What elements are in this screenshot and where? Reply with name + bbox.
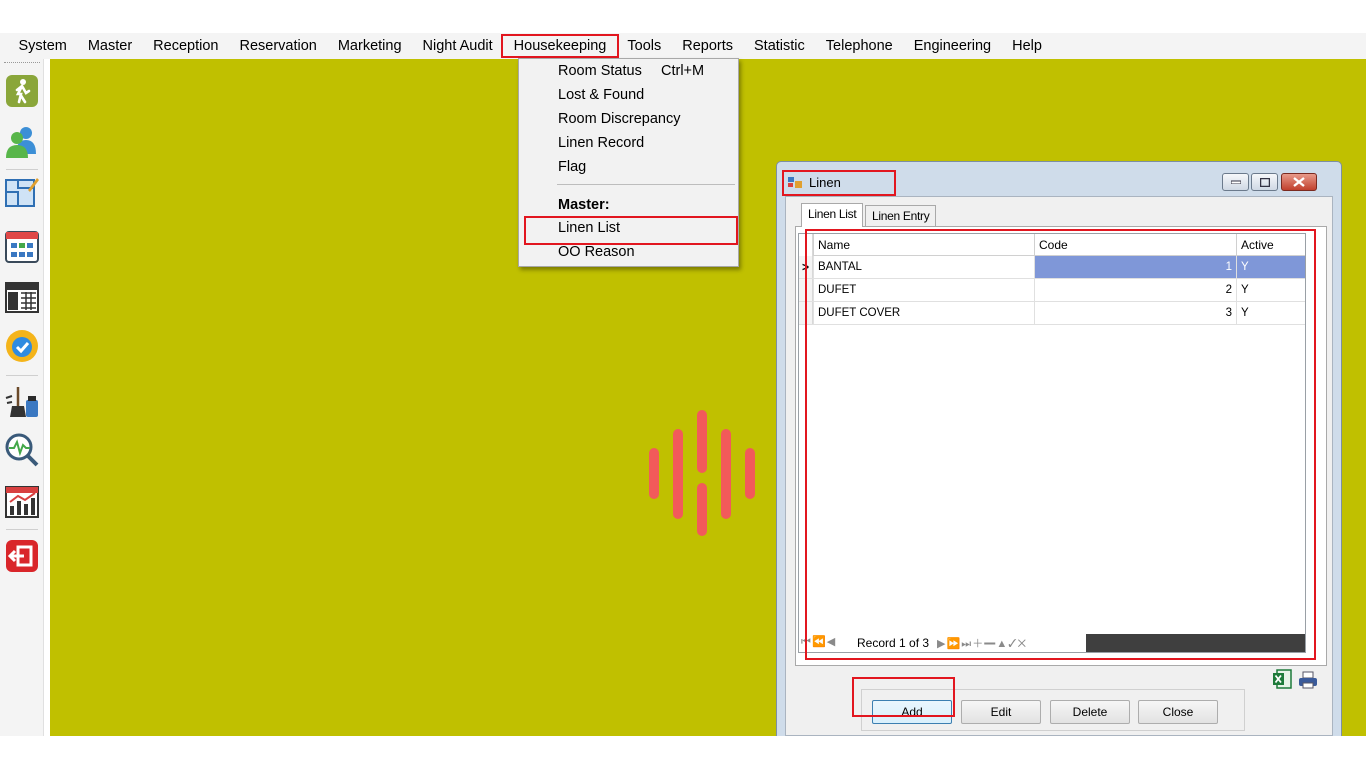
menu-system[interactable]: System: [8, 33, 77, 59]
table-row[interactable]: DUFET 2 Y: [799, 279, 1305, 302]
minimize-icon: [1230, 180, 1241, 184]
row-indicator: [799, 302, 813, 324]
excel-export-icon[interactable]: [1272, 669, 1292, 689]
menu-reception[interactable]: Reception: [143, 33, 229, 59]
record-navigator: ⏮ ⏪ ◀ Record 1 of 3 ▶ ⏩ ⏭ ＋ ━ ▲ ✓ ✕: [799, 634, 1305, 652]
menu-bar: System Master Reception Reservation Mark…: [0, 33, 1366, 59]
cell-code[interactable]: 2: [1034, 279, 1236, 301]
close-button[interactable]: Close: [1138, 700, 1218, 724]
floor-plan-icon[interactable]: [3, 173, 41, 211]
maximize-button[interactable]: [1251, 173, 1278, 191]
nav-next-last-add-delete-icons[interactable]: ▶ ⏩ ⏭ ＋ ━ ▲ ✓ ✕: [937, 635, 1026, 651]
toolbar-separator: [6, 169, 38, 170]
linen-window: Linen Linen List Linen Entry Name Code A…: [776, 161, 1342, 741]
toolbar-separator: [6, 375, 38, 376]
cell-name[interactable]: BANTAL: [813, 256, 1034, 278]
menuitem-room-status[interactable]: Room Status Ctrl+M: [519, 59, 738, 83]
column-name[interactable]: Name: [813, 234, 1034, 256]
add-button-highlight: [852, 677, 955, 717]
room-grid-icon[interactable]: [3, 227, 41, 265]
menu-separator: [557, 184, 735, 185]
linen-grid[interactable]: Name Code Active > BANTAL 1 Y DUFET 2 Y …: [798, 233, 1306, 653]
toolbar-separator: [6, 529, 38, 530]
menu-telephone[interactable]: Telephone: [815, 33, 903, 59]
room-status-label: Room Status: [558, 63, 642, 79]
navigator-scrollbar[interactable]: [1086, 634, 1305, 652]
cell-active[interactable]: Y: [1236, 256, 1305, 278]
bottom-margin: [0, 736, 1366, 768]
table-row[interactable]: > BANTAL 1 Y: [799, 256, 1305, 279]
cell-name[interactable]: DUFET: [813, 279, 1034, 301]
print-icon[interactable]: [1298, 671, 1318, 689]
tab-linen-list[interactable]: Linen List: [801, 203, 864, 227]
menuitem-linen-record[interactable]: Linen Record: [519, 131, 738, 155]
tab-linen-entry[interactable]: Linen Entry: [865, 205, 937, 227]
users-icon[interactable]: [3, 123, 41, 161]
menuitem-linen-list[interactable]: Linen List: [519, 216, 738, 245]
menu-housekeeping[interactable]: Housekeeping: [501, 33, 619, 59]
cell-code[interactable]: 3: [1034, 302, 1236, 324]
available-badge-icon[interactable]: [3, 327, 41, 365]
menu-statistic[interactable]: Statistic: [744, 33, 816, 59]
menu-reports[interactable]: Reports: [672, 33, 744, 59]
menu-marketing[interactable]: Marketing: [327, 33, 412, 59]
row-indicator: [799, 279, 813, 301]
column-code[interactable]: Code: [1034, 234, 1236, 256]
calendar-2023-icon[interactable]: [3, 277, 41, 315]
menuitem-flag[interactable]: Flag: [519, 155, 738, 179]
cell-name[interactable]: DUFET COVER: [813, 302, 1034, 324]
report-chart-icon[interactable]: [3, 483, 41, 521]
record-count: Record 1 of 3: [857, 636, 930, 650]
cell-active[interactable]: Y: [1236, 302, 1305, 324]
current-row-indicator: >: [799, 256, 813, 278]
menu-master[interactable]: Master: [77, 33, 142, 59]
maximize-icon: [1259, 177, 1270, 187]
toolbar-grip: [4, 62, 40, 64]
cell-code[interactable]: 1: [1034, 256, 1236, 278]
title-highlight: [782, 170, 896, 196]
window-titlebar[interactable]: Linen: [777, 162, 1341, 196]
top-margin: [0, 0, 1366, 33]
room-status-shortcut: Ctrl+M: [661, 63, 705, 79]
delete-button[interactable]: Delete: [1050, 700, 1130, 724]
header-corner: [799, 234, 813, 256]
cell-active[interactable]: Y: [1236, 279, 1305, 301]
menu-tools[interactable]: Tools: [617, 33, 672, 59]
menu-night-audit[interactable]: Night Audit: [412, 33, 503, 59]
menuitem-room-discrepancy[interactable]: Room Discrepancy: [519, 107, 738, 131]
menu-reservation[interactable]: Reservation: [229, 33, 327, 59]
column-active[interactable]: Active: [1236, 234, 1305, 256]
logout-icon[interactable]: [3, 537, 41, 575]
menuitem-lost-found[interactable]: Lost & Found: [519, 83, 738, 107]
watermark-logo: [649, 410, 755, 536]
table-row[interactable]: DUFET COVER 3 Y: [799, 302, 1305, 325]
edit-button[interactable]: Edit: [961, 700, 1041, 724]
minimize-button[interactable]: [1222, 173, 1249, 191]
menu-engineering[interactable]: Engineering: [903, 33, 1001, 59]
menu-section-master: Master:: [558, 197, 610, 213]
nav-first-prev-icons[interactable]: ⏮ ⏪ ◀: [801, 635, 835, 649]
left-toolbar: [0, 59, 44, 736]
walking-person-icon[interactable]: [3, 72, 41, 110]
window-close-button[interactable]: [1281, 173, 1317, 191]
menu-help[interactable]: Help: [1002, 33, 1053, 59]
housekeeping-icon[interactable]: [3, 383, 41, 421]
housekeeping-dropdown: Room Status Ctrl+M Lost & Found Room Dis…: [518, 58, 739, 267]
search-analytics-icon[interactable]: [3, 431, 41, 469]
window-body: Linen List Linen Entry Name Code Active …: [785, 196, 1333, 736]
menuitem-oo-reason[interactable]: OO Reason: [519, 240, 738, 264]
grid-header: Name Code Active: [799, 234, 1305, 256]
close-icon: [1293, 177, 1305, 187]
